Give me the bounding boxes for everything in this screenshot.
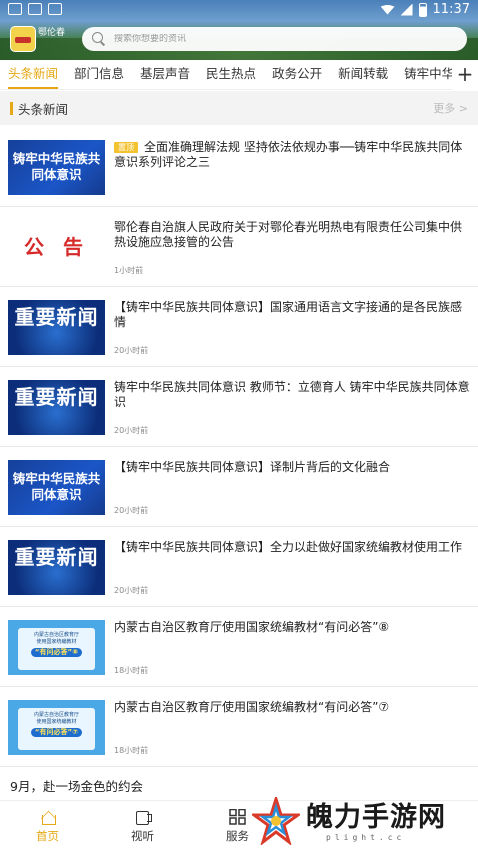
- list-item[interactable]: 重要新闻 【铸牢中华民族共同体意识】全力以赴做好国家统编教材使用工作 20小时前: [0, 527, 478, 607]
- news-title: 置顶 全面准确理解法规 坚持依法依规办事──铸牢中华民族共同体意识系列评论之三: [114, 140, 463, 169]
- news-title: 内蒙古自治区教育厅使用国家统编教材“有问必答”⑦: [114, 700, 390, 714]
- photo-icon: [8, 3, 22, 15]
- notification-icons: [8, 3, 62, 15]
- battery-icon: [418, 2, 427, 17]
- news-title: 9月，赴一场金色的约会: [10, 779, 143, 794]
- news-time: 20小时前: [114, 506, 149, 515]
- signal-icon: [400, 3, 413, 16]
- nav-video[interactable]: 视听: [95, 801, 190, 850]
- status-time: 11:37: [432, 2, 470, 17]
- video-icon: [134, 809, 152, 825]
- home-icon: [39, 809, 57, 825]
- nav-home[interactable]: 首页: [0, 801, 95, 850]
- news-thumbnail: 铸牢中华民族共同体意识: [8, 460, 105, 515]
- search-bar[interactable]: [82, 27, 467, 51]
- news-list: 铸牢中华民族共同体意识 置顶 全面准确理解法规 坚持依法依规办事──铸牢中华民族共…: [0, 127, 478, 812]
- news-thumbnail: 内蒙古自治区教育厅 使用国家统编教材 “有问必答”⑧: [8, 620, 105, 675]
- tab-headlines[interactable]: 头条新闻: [0, 60, 66, 90]
- section-header: 头条新闻 更多 >: [0, 91, 478, 125]
- news-thumbnail: 铸牢中华民族共同体意识: [8, 140, 105, 195]
- news-thumbnail: 内蒙古自治区教育厅 使用国家统编教材 “有问必答”⑦: [8, 700, 105, 755]
- watermark-url: plight.cc: [326, 833, 406, 842]
- thumbnail-card: 内蒙古自治区教育厅 使用国家统编教材 “有问必答”⑧: [18, 628, 95, 670]
- list-item[interactable]: 内蒙古自治区教育厅 使用国家统编教材 “有问必答”⑧ 内蒙古自治区教育厅使用国家…: [0, 607, 478, 687]
- news-time: 1小时前: [114, 266, 144, 275]
- news-thumbnail: 公 告: [8, 220, 105, 275]
- news-title: 【铸牢中华民族共同体意识】国家通用语言文字接通的是各民族感情: [114, 300, 463, 329]
- wifi-icon: [380, 4, 395, 15]
- news-title: 鄂伦春自治旗人民政府关于对鄂伦春光明热电有限责任公司集中供热设施应急接管的公告: [114, 220, 463, 249]
- news-time: 20小时前: [114, 346, 149, 355]
- download-icon: [28, 3, 42, 15]
- list-item[interactable]: 内蒙古自治区教育厅 使用国家统编教材 “有问必答”⑦ 内蒙古自治区教育厅使用国家…: [0, 687, 478, 767]
- tab-grassroots[interactable]: 基层声音: [132, 60, 198, 90]
- more-link[interactable]: 更多 >: [433, 100, 468, 116]
- list-item[interactable]: 重要新闻 铸牢中华民族共同体意识 教师节：立德育人 铸牢中华民族共同体意识 20…: [0, 367, 478, 447]
- news-title: 【铸牢中华民族共同体意识】全力以赴做好国家统编教材使用工作: [114, 540, 463, 554]
- app-logo[interactable]: [10, 26, 36, 52]
- section-accent-bar: [10, 101, 13, 115]
- tab-livelihood[interactable]: 民生热点: [198, 60, 264, 90]
- section-title: 头条新闻: [18, 101, 69, 117]
- app-notify-icon: [48, 3, 62, 15]
- site-watermark: 魄力手游网 plight.cc: [252, 795, 478, 850]
- news-thumbnail: 重要新闻: [8, 300, 105, 355]
- search-icon: [92, 32, 106, 46]
- news-thumbnail: 重要新闻: [8, 380, 105, 435]
- watermark-star-icon: [252, 797, 300, 845]
- list-item[interactable]: 重要新闻 【铸牢中华民族共同体意识】国家通用语言文字接通的是各民族感情 20小时…: [0, 287, 478, 367]
- news-title: 铸牢中华民族共同体意识 教师节：立德育人 铸牢中华民族共同体意识: [114, 380, 470, 409]
- list-item[interactable]: 铸牢中华民族共同体意识 【铸牢中华民族共同体意识】译制片背后的文化融合 20小时…: [0, 447, 478, 527]
- news-time: 20小时前: [114, 426, 149, 435]
- news-time: 18小时前: [114, 746, 149, 755]
- app-screen: 11:37 鄂伦春 头条新闻 部门信息 基层声音 民生热点 政务公开 新闻转载 …: [0, 0, 478, 850]
- news-time: 18小时前: [114, 666, 149, 675]
- tab-government[interactable]: 政务公开: [264, 60, 330, 90]
- header: 11:37 鄂伦春: [0, 0, 478, 60]
- news-time: 20小时前: [114, 586, 149, 595]
- category-tabs: 头条新闻 部门信息 基层声音 民生热点 政务公开 新闻转载 铸牢中华 +: [0, 60, 478, 90]
- add-tab-icon[interactable]: +: [452, 60, 478, 90]
- tab-department[interactable]: 部门信息: [66, 60, 132, 90]
- thumbnail-card: 内蒙古自治区教育厅 使用国家统编教材 “有问必答”⑦: [18, 708, 95, 750]
- pinned-badge: 置顶: [114, 142, 138, 153]
- grid-icon: [228, 808, 247, 825]
- search-input[interactable]: [114, 34, 414, 44]
- list-item[interactable]: 铸牢中华民族共同体意识 置顶 全面准确理解法规 坚持依法依规办事──铸牢中华民族共…: [0, 127, 478, 207]
- app-logo-text: 鄂伦春: [38, 28, 66, 38]
- watermark-text: 魄力手游网: [306, 802, 446, 833]
- news-thumbnail: 重要新闻: [8, 540, 105, 595]
- status-bar: 11:37: [0, 0, 478, 22]
- tab-reprint[interactable]: 新闻转载: [330, 60, 396, 90]
- news-title: 内蒙古自治区教育厅使用国家统编教材“有问必答”⑧: [114, 620, 390, 634]
- system-icons: 11:37: [380, 2, 470, 17]
- news-title: 【铸牢中华民族共同体意识】译制片背后的文化融合: [114, 460, 391, 474]
- list-item[interactable]: 公 告 鄂伦春自治旗人民政府关于对鄂伦春光明热电有限责任公司集中供热设施应急接管…: [0, 207, 478, 287]
